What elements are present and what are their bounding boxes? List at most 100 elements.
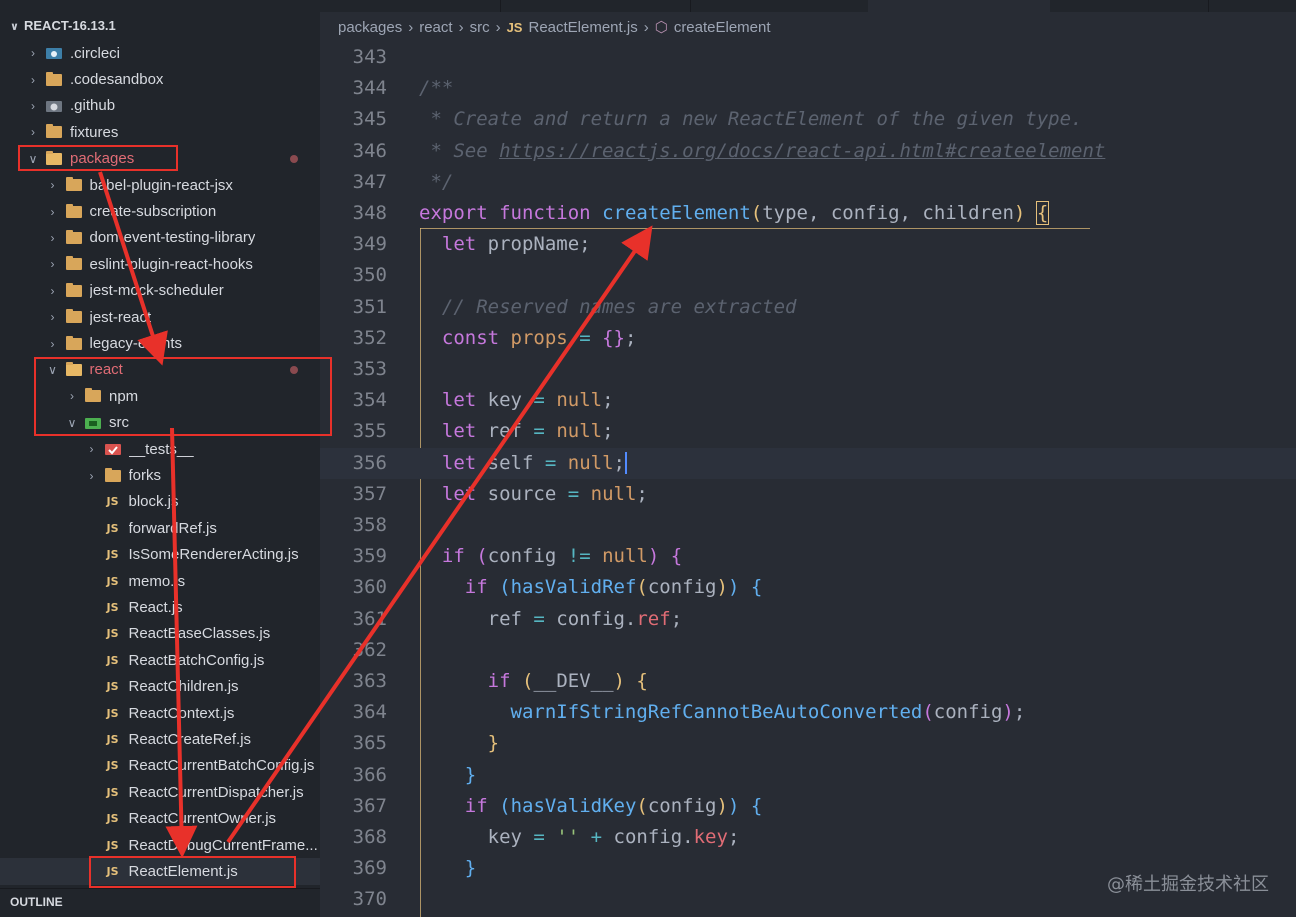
tree-item-github[interactable]: › .github bbox=[0, 93, 320, 119]
tree-item-fixtures[interactable]: › fixtures bbox=[0, 119, 320, 145]
code-line[interactable]: 358 bbox=[320, 510, 1296, 541]
line-number: 370 bbox=[352, 888, 387, 911]
code-line[interactable]: 355 let ref = null; bbox=[320, 416, 1296, 447]
js-badge: JS bbox=[106, 759, 119, 773]
code-line[interactable]: 366 } bbox=[320, 760, 1296, 791]
code-line[interactable]: 360 if (hasValidRef(config)) { bbox=[320, 572, 1296, 603]
code-line[interactable]: 356 let self = null; bbox=[320, 447, 1296, 479]
line-number: 358 bbox=[352, 514, 387, 536]
code-line[interactable]: 344 /** bbox=[320, 73, 1296, 104]
code-line[interactable]: 347 */ bbox=[320, 167, 1296, 198]
explorer-root-label: REACT-16.13.1 bbox=[24, 18, 116, 33]
code-line[interactable]: 350 bbox=[320, 260, 1296, 291]
tree-item-issomerendereracting-js[interactable]: JS IsSomeRendererActing.js bbox=[0, 542, 320, 568]
tree-item-forks[interactable]: › forks bbox=[0, 462, 320, 488]
code-line[interactable]: 363 if (__DEV__) { bbox=[320, 666, 1296, 697]
tree-item-react-js[interactable]: JS React.js bbox=[0, 594, 320, 620]
code-token: ) bbox=[1002, 701, 1014, 724]
js-file-icon: JS bbox=[104, 759, 122, 773]
outline-panel-header[interactable]: OUTLINE bbox=[0, 888, 320, 917]
code-line[interactable]: 357 let source = null; bbox=[320, 479, 1296, 510]
code-editor[interactable]: 343 344 /** 345 * Create and return a new R… bbox=[320, 42, 1296, 917]
line-number: 369 bbox=[352, 857, 387, 880]
code-line[interactable]: 349 let propName; bbox=[320, 229, 1296, 260]
tree-item-eslint-plugin-react-hooks[interactable]: › eslint-plugin-react-hooks bbox=[0, 251, 320, 277]
code-token: } bbox=[487, 732, 500, 755]
tree-item-legacy-events[interactable]: › legacy-events bbox=[0, 330, 320, 356]
code-token: { bbox=[750, 576, 763, 599]
tree-item-jest-mock-scheduler[interactable]: › jest-mock-scheduler bbox=[0, 278, 320, 304]
code-line[interactable]: 365 } bbox=[320, 728, 1296, 759]
code-token: ( bbox=[521, 670, 534, 692]
tree-item-jest-react[interactable]: › jest-react bbox=[0, 304, 320, 330]
tree-item-create-subscription[interactable]: › create-subscription bbox=[0, 198, 320, 224]
tree-item-dom-event-testing-library[interactable]: › dom-event-testing-library bbox=[0, 225, 320, 251]
line-number: 367 bbox=[352, 794, 387, 817]
tree-item-reactcurrentdispatcher-js[interactable]: JS ReactCurrentDispatcher.js bbox=[0, 779, 320, 805]
tab-active[interactable] bbox=[868, 0, 1050, 12]
tree-item-memo-js[interactable]: JS memo.js bbox=[0, 568, 320, 594]
tree-item-babel-plugin-react-jsx[interactable]: › babel-plugin-react-jsx bbox=[0, 172, 320, 198]
tree-item-codesandbox[interactable]: › .codesandbox bbox=[0, 66, 320, 92]
code-token: ; bbox=[670, 607, 683, 630]
tree-item-reactbatchconfig-js[interactable]: JS ReactBatchConfig.js bbox=[0, 647, 320, 673]
tree-item-reactcreateref-js[interactable]: JS ReactCreateRef.js bbox=[0, 726, 320, 752]
code-line[interactable]: 348 export function createElement(type, c… bbox=[320, 198, 1296, 229]
tree-item-reactchildren-js[interactable]: JS ReactChildren.js bbox=[0, 674, 320, 700]
breadcrumb-item-symbol[interactable]: createElement bbox=[674, 19, 771, 36]
code-line[interactable]: 345 * Create and return a new ReactEleme… bbox=[320, 104, 1296, 135]
tree-item-label: forwardRef.js bbox=[128, 519, 217, 537]
explorer-root-header[interactable]: ∨ REACT-16.13.1 bbox=[0, 12, 320, 40]
breadcrumb-item-react[interactable]: react bbox=[419, 19, 452, 36]
code-line[interactable]: 352 const props = {}; bbox=[320, 323, 1296, 354]
breadcrumb-item-file[interactable]: ReactElement.js bbox=[528, 19, 637, 36]
code-text: export function createElement(type, conf… bbox=[419, 198, 1050, 229]
js-file-icon: JS bbox=[104, 627, 122, 641]
code-line[interactable]: 343 bbox=[320, 42, 1296, 73]
chevron-right-icon: › bbox=[495, 18, 501, 36]
tree-item-reactdebugcurrentframe[interactable]: JS ReactDebugCurrentFrame... bbox=[0, 832, 320, 858]
breadcrumb-item-packages[interactable]: packages bbox=[338, 19, 402, 36]
code-line[interactable]: 353 bbox=[320, 354, 1296, 385]
chevron-right-icon: › bbox=[89, 468, 94, 483]
tree-item-tests[interactable]: › __tests__ bbox=[0, 436, 320, 462]
code-line[interactable]: 351 // Reserved names are extracted bbox=[320, 292, 1296, 323]
code-line[interactable]: 361 ref = config.ref; bbox=[320, 604, 1296, 635]
tree-item-reactcontext-js[interactable]: JS ReactContext.js bbox=[0, 700, 320, 726]
code-line[interactable]: 362 bbox=[320, 635, 1296, 666]
tree-item-circleci[interactable]: › .circleci bbox=[0, 40, 320, 66]
code-line[interactable]: 354 let key = null; bbox=[320, 385, 1296, 416]
folder-icon bbox=[65, 309, 83, 324]
code-token: */ bbox=[419, 170, 454, 193]
tree-item-label: .github bbox=[70, 97, 116, 115]
chevron-right-icon: › bbox=[31, 46, 35, 61]
code-line[interactable]: 364 warnIfStringRefCannotBeAutoConverted… bbox=[320, 697, 1296, 728]
code-token: = bbox=[533, 607, 545, 630]
line-number: 344 bbox=[352, 77, 387, 100]
code-token: if bbox=[441, 545, 465, 568]
code-line[interactable]: 359 if (config != null) { bbox=[320, 541, 1296, 572]
tree-item-reactcurrentowner-js[interactable]: JS ReactCurrentOwner.js bbox=[0, 806, 320, 832]
tree-item-block-js[interactable]: JS block.js bbox=[0, 489, 320, 515]
tree-item-reactcurrentbatchconfig-js[interactable]: JS ReactCurrentBatchConfig.js bbox=[0, 753, 320, 779]
chevron-right-icon: › bbox=[31, 98, 35, 113]
tree-item-forwardref-js[interactable]: JS forwardRef.js bbox=[0, 515, 320, 541]
code-line[interactable]: 346 * See https://reactjs.org/docs/react… bbox=[320, 136, 1296, 167]
tab-bar bbox=[0, 0, 1296, 12]
breadcrumb-item-src[interactable]: src bbox=[470, 19, 490, 36]
js-badge: JS bbox=[106, 680, 119, 694]
code-line[interactable]: 367 if (hasValidKey(config)) { bbox=[320, 791, 1296, 822]
code-token: config bbox=[933, 701, 1003, 724]
chevron-right-icon: › bbox=[408, 18, 414, 36]
tree-item-label: ReactCurrentBatchConfig.js bbox=[128, 757, 315, 775]
code-token: let bbox=[441, 420, 477, 443]
code-token: = bbox=[533, 389, 545, 412]
code-line[interactable]: 368 key = '' + config.key; bbox=[320, 822, 1296, 853]
tree-item-reactbaseclasses-js[interactable]: JS ReactBaseClasses.js bbox=[0, 621, 320, 647]
